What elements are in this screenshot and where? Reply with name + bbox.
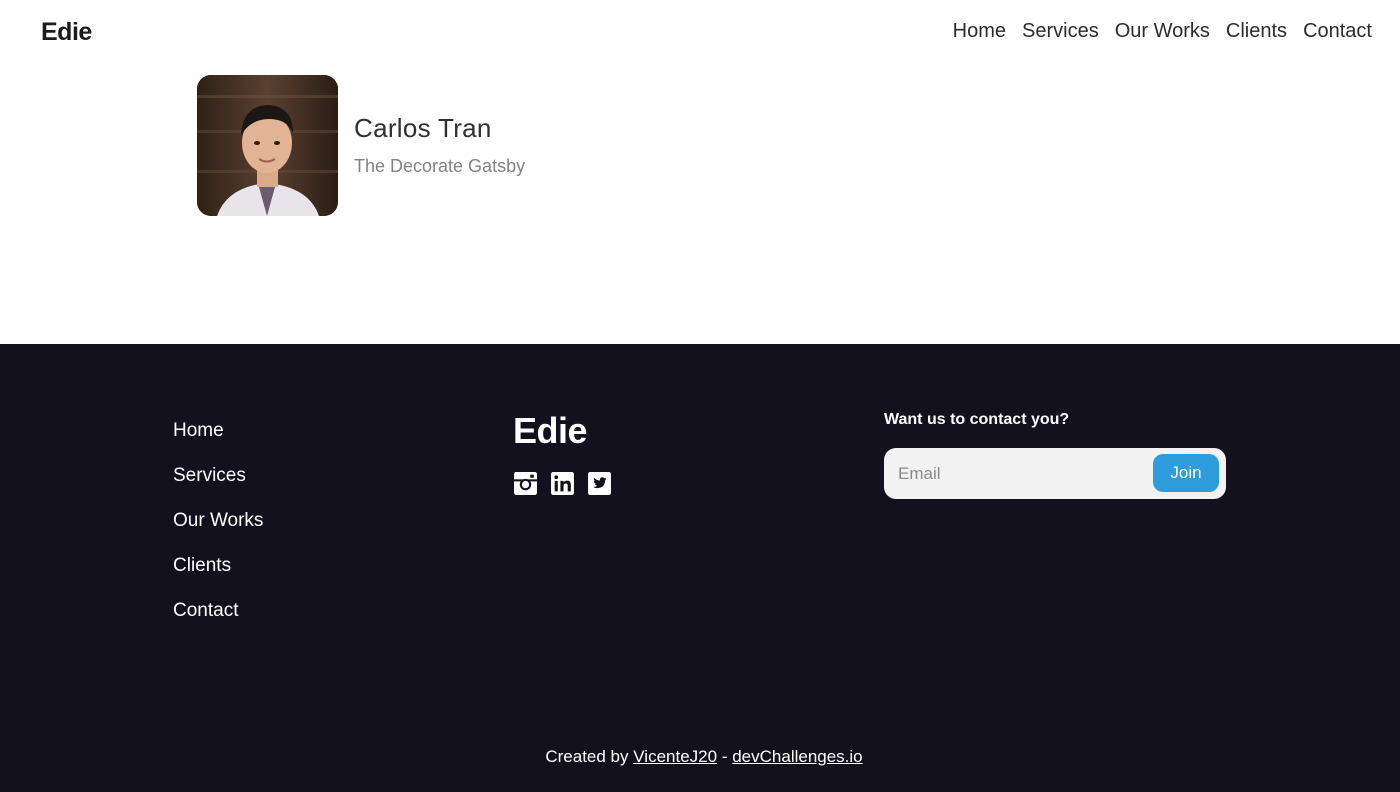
footer-nav: Home Services Our Works Clients Contact xyxy=(173,420,263,645)
join-button[interactable]: Join xyxy=(1153,454,1219,492)
profile-name: Carlos Tran xyxy=(354,113,492,143)
contact-heading: Want us to contact you? xyxy=(884,411,1070,428)
nav-link-our-works[interactable]: Our Works xyxy=(1115,20,1210,43)
profile-role: The Decorate Gatsby xyxy=(354,156,526,176)
avatar xyxy=(197,75,338,216)
nav-link-home[interactable]: Home xyxy=(953,20,1006,43)
top-navbar: Edie Home Services Our Works Clients Con… xyxy=(0,0,1400,64)
profile-card: Carlos Tran The Decorate Gatsby xyxy=(197,75,525,216)
author-link[interactable]: VicenteJ20 xyxy=(633,747,717,766)
newsletter-form: Join xyxy=(884,448,1226,499)
instagram-icon[interactable] xyxy=(513,471,538,496)
social-links xyxy=(513,471,612,496)
site-footer: Home Services Our Works Clients Contact … xyxy=(0,344,1400,792)
footer-link-our-works[interactable]: Our Works xyxy=(173,510,263,555)
credits-prefix: Created by xyxy=(545,747,629,766)
footer-link-clients[interactable]: Clients xyxy=(173,555,263,600)
credits: Created by VicenteJ20 - devChallenges.io xyxy=(0,747,1400,767)
main-nav: Home Services Our Works Clients Contact xyxy=(953,20,1372,43)
nav-link-services[interactable]: Services xyxy=(1022,20,1099,43)
nav-link-clients[interactable]: Clients xyxy=(1226,20,1287,43)
email-input[interactable] xyxy=(898,458,1138,489)
brand-logo[interactable]: Edie xyxy=(41,18,92,47)
nav-link-contact[interactable]: Contact xyxy=(1303,20,1372,43)
footer-brand-logo: Edie xyxy=(513,410,588,451)
footer-link-home[interactable]: Home xyxy=(173,420,263,465)
footer-link-services[interactable]: Services xyxy=(173,465,263,510)
twitter-icon[interactable] xyxy=(587,471,612,496)
linkedin-icon[interactable] xyxy=(550,471,575,496)
footer-link-contact[interactable]: Contact xyxy=(173,600,263,645)
credits-separator: - xyxy=(721,747,728,766)
profile-info: Carlos Tran The Decorate Gatsby xyxy=(354,113,525,177)
devchallenges-link[interactable]: devChallenges.io xyxy=(732,747,862,766)
